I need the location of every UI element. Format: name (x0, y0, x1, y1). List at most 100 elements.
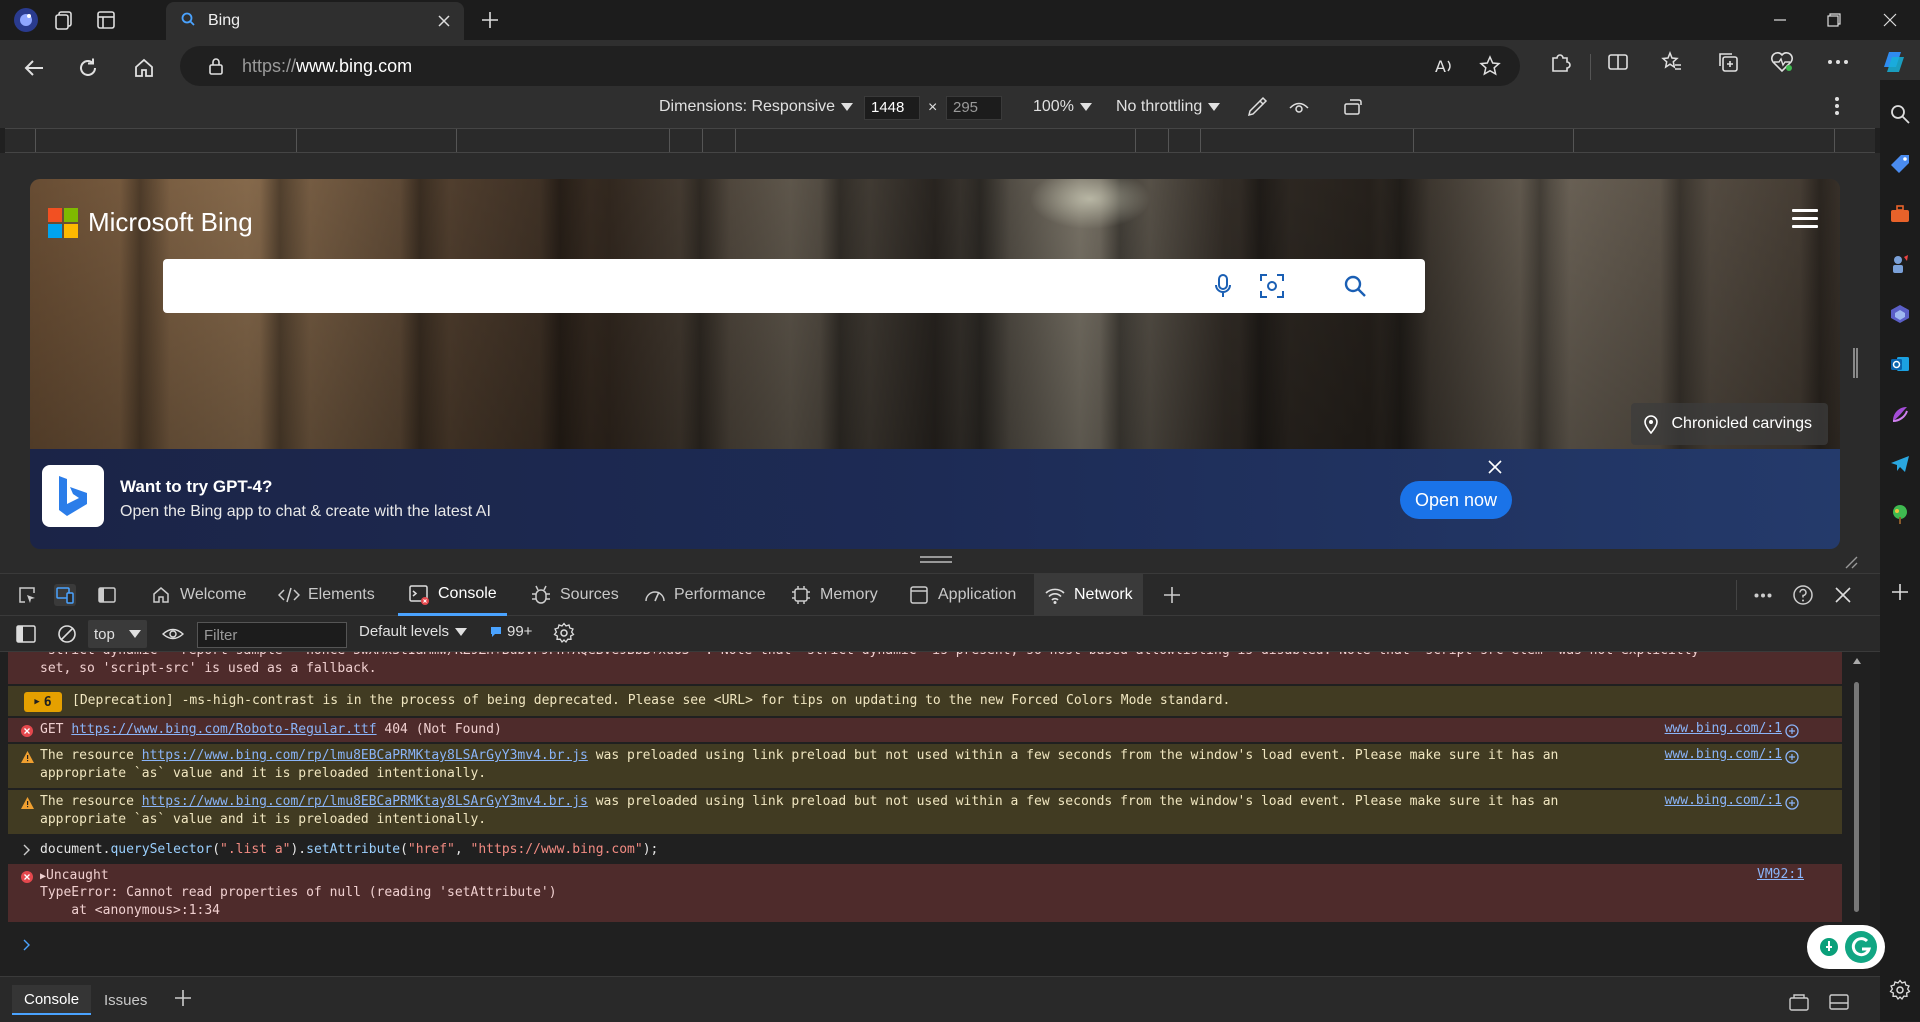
media-query-ruler[interactable] (5, 128, 1875, 153)
log-levels-dropdown[interactable]: Default levels (359, 623, 468, 640)
filter-input[interactable] (197, 622, 347, 648)
back-button[interactable] (14, 48, 54, 88)
close-devtools-icon[interactable] (1832, 584, 1854, 606)
clear-console-icon[interactable] (57, 624, 77, 644)
throttling-dropdown[interactable]: No throttling (1116, 98, 1221, 116)
help-icon[interactable] (1792, 584, 1814, 606)
search-network-icon[interactable] (1784, 749, 1800, 765)
settings-more-icon[interactable] (1820, 44, 1856, 80)
search-submit-icon[interactable] (1341, 272, 1369, 300)
console-command-entry[interactable]: document.querySelector(".list a").setAtt… (8, 838, 1842, 862)
drawer-add-icon[interactable] (162, 983, 204, 1013)
outlook-icon[interactable] (1888, 352, 1912, 376)
designer-icon[interactable] (1888, 402, 1912, 426)
live-expression-eye-icon[interactable] (162, 624, 184, 644)
console-warning-preload[interactable]: The resource https://www.bing.com/rp/lmu… (8, 744, 1842, 788)
source-link[interactable]: www.bing.com/:1 (1665, 747, 1782, 762)
tab-console[interactable]: Console (398, 574, 507, 616)
more-tools-icon[interactable] (1752, 584, 1774, 606)
collections-icon[interactable] (1710, 44, 1746, 80)
tab-welcome[interactable]: Welcome (140, 574, 256, 616)
sidebar-settings-gear-icon[interactable] (1888, 978, 1912, 1002)
inspect-element-icon[interactable] (16, 584, 38, 606)
minimize-button[interactable] (1752, 0, 1808, 40)
resource-link[interactable]: https://www.bing.com/Roboto-Regular.ttf (71, 722, 376, 737)
search-network-icon[interactable] (1784, 795, 1800, 811)
lock-icon[interactable] (204, 54, 228, 78)
close-promo-icon[interactable] (1485, 457, 1505, 477)
close-window-button[interactable] (1862, 0, 1918, 40)
console-error-csp[interactable]: 'strict-dynamic' 'report-sample' 'nonce-… (8, 652, 1842, 684)
tools-briefcase-icon[interactable] (1888, 202, 1912, 226)
refresh-button[interactable] (68, 48, 108, 88)
search-network-icon[interactable] (1784, 723, 1800, 739)
source-link[interactable]: VM92:1 (1757, 867, 1804, 882)
favorites-icon[interactable] (1654, 44, 1690, 80)
add-tool-icon[interactable] (1161, 584, 1183, 606)
split-screen-icon[interactable] (1600, 44, 1636, 80)
resource-link[interactable]: https://www.bing.com/rp/lmu8EBCaPRMKtay8… (142, 748, 588, 763)
dock-side-icon[interactable] (96, 584, 118, 606)
show-sidebar-icon[interactable] (16, 625, 36, 643)
microsoft-365-icon[interactable] (1888, 302, 1912, 326)
drawer-tab-console[interactable]: Console (12, 985, 92, 1015)
favorite-star-icon[interactable] (1478, 54, 1502, 78)
context-selector[interactable]: top (88, 620, 147, 648)
tab-memory[interactable]: Memory (780, 574, 888, 616)
tab-bing[interactable]: Bing (166, 2, 464, 40)
issues-counter[interactable]: 99+ (489, 623, 532, 640)
profile-avatar-icon[interactable] (12, 6, 40, 34)
tree-app-icon[interactable] (1888, 502, 1912, 526)
read-aloud-icon[interactable]: A (1432, 54, 1456, 78)
grammarly-widget[interactable] (1807, 925, 1885, 969)
zoom-dropdown[interactable]: 100% (1033, 98, 1092, 116)
viewport-resize-corner-icon[interactable] (1842, 553, 1858, 569)
vision-deficiency-icon[interactable] (1288, 96, 1310, 118)
source-link[interactable]: www.bing.com/:1 (1665, 721, 1782, 736)
home-button[interactable] (124, 48, 164, 88)
add-sidebar-app-icon[interactable] (1888, 580, 1912, 604)
telegram-send-icon[interactable] (1888, 452, 1912, 476)
dock-drawer-icon[interactable] (1816, 987, 1862, 1017)
tab-elements[interactable]: Elements (268, 574, 385, 616)
console-warning-preload[interactable]: The resource https://www.bing.com/rp/lmu… (8, 790, 1842, 834)
workspaces-icon[interactable] (50, 6, 78, 34)
image-info-chip[interactable]: Chronicled carvings (1631, 403, 1828, 445)
console-error-404[interactable]: GET https://www.bing.com/Roboto-Regular.… (8, 718, 1842, 742)
dimensions-dropdown[interactable]: Dimensions: Responsive (659, 98, 854, 116)
vertical-tabs-icon[interactable] (92, 6, 120, 34)
eyedropper-icon[interactable] (1246, 96, 1268, 118)
device-emulation-icon[interactable] (54, 584, 76, 606)
tab-network[interactable]: Network (1034, 574, 1143, 616)
copilot-icon[interactable] (1876, 44, 1912, 80)
tab-sources[interactable]: Sources (520, 574, 629, 616)
device-toolbar-more-icon[interactable] (1834, 96, 1840, 116)
extensions-icon[interactable] (1542, 44, 1578, 80)
rotate-device-icon[interactable] (1342, 96, 1364, 118)
sidebar-search-icon[interactable] (1888, 102, 1912, 126)
tab-application[interactable]: Application (898, 574, 1026, 616)
resource-link[interactable]: https://www.bing.com/rp/lmu8EBCaPRMKtay8… (142, 794, 588, 809)
console-prompt[interactable] (8, 932, 1842, 956)
bing-logo[interactable]: Microsoft Bing (48, 207, 253, 238)
restore-button[interactable] (1806, 0, 1862, 40)
tab-performance[interactable]: Performance (634, 574, 776, 616)
menu-icon[interactable] (1792, 209, 1818, 229)
close-tab-icon[interactable] (434, 11, 454, 31)
shopping-tag-icon[interactable] (1888, 152, 1912, 176)
width-input[interactable]: 1448 (864, 96, 920, 120)
console-settings-gear-icon[interactable] (553, 622, 575, 644)
performance-heart-icon[interactable] (1764, 44, 1800, 80)
height-input[interactable]: 295 (946, 96, 1002, 120)
games-icon[interactable] (1888, 252, 1912, 276)
viewport-resize-handle-bottom[interactable] (920, 556, 952, 564)
drawer-tab-issues[interactable]: Issues (92, 985, 159, 1015)
open-now-button[interactable]: Open now (1400, 481, 1512, 519)
console-error-uncaught[interactable]: ▶Uncaught TypeError: Cannot read propert… (8, 864, 1842, 922)
source-link[interactable]: www.bing.com/:1 (1665, 793, 1782, 808)
visual-search-icon[interactable] (1258, 272, 1286, 300)
new-tab-icon[interactable] (476, 6, 504, 34)
microphone-icon[interactable] (1209, 272, 1237, 300)
console-warning-deprecation[interactable]: ▶ 6 [Deprecation] -ms-high-contrast is in… (8, 686, 1842, 716)
console-scrollbar[interactable] (1850, 652, 1864, 972)
